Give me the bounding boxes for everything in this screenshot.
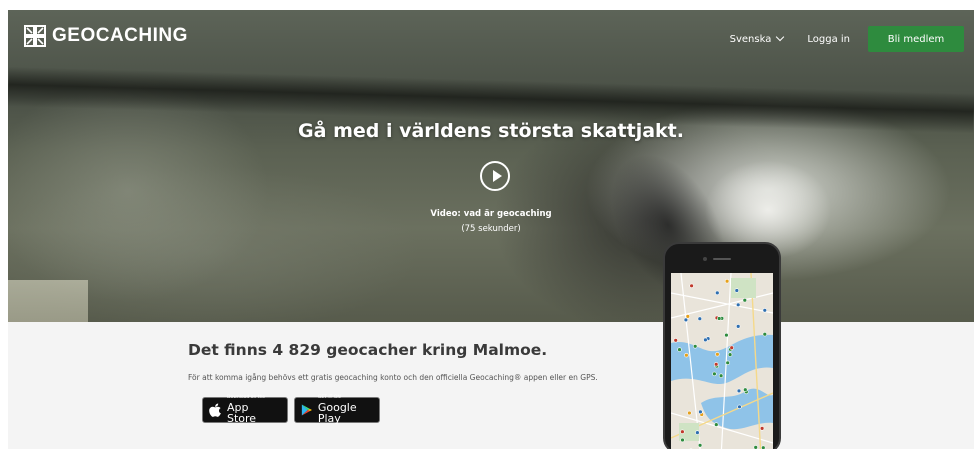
apple-icon: [209, 403, 221, 417]
cache-marker: [727, 352, 733, 357]
cache-marker: [715, 352, 720, 357]
cache-marker: [712, 371, 717, 377]
phone-speaker: [713, 258, 731, 260]
phone-camera: [703, 257, 707, 261]
cache-marker: [743, 387, 748, 392]
play-icon: [493, 170, 502, 182]
cache-marker: [680, 429, 685, 434]
top-nav: Svenska Logga in Bli medlem: [730, 26, 964, 52]
geocaching-logo-icon: [24, 25, 46, 47]
cache-marker: [683, 317, 689, 323]
cache-marker: [680, 437, 685, 443]
cache-marker: [725, 360, 730, 366]
cache-marker: [762, 331, 768, 337]
cache-marker: [718, 373, 724, 378]
cache-marker: [689, 283, 694, 289]
hero-headline: Gå med i världens största skattjakt.: [298, 120, 684, 142]
app-store-text: Download on the App Store: [227, 396, 281, 424]
cache-marker: [714, 422, 719, 427]
cache-marker: [735, 324, 741, 329]
cache-marker: [737, 404, 742, 410]
cache-marker: [753, 445, 758, 449]
hero-background-wall: [8, 10, 348, 322]
google-play-big-text: Google Play: [317, 400, 357, 425]
cache-marker: [698, 409, 703, 415]
play-video-button[interactable]: [480, 161, 510, 191]
app-badges: Download on the App Store GET IT ON Goog…: [202, 396, 380, 424]
cache-marker: [693, 344, 698, 349]
cache-marker: [715, 290, 720, 296]
cache-marker: [703, 337, 708, 343]
promo-section: Det finns 4 829 geocacher kring Malmoe. …: [8, 322, 974, 449]
hero-background-slab: [8, 280, 88, 322]
app-store-badge[interactable]: Download on the App Store: [202, 396, 288, 424]
page-frame: GEOCACHING Svenska Logga in Bli medlem G…: [8, 10, 974, 449]
cache-marker: [677, 347, 682, 352]
geocache-count-heading: Det finns 4 829 geocacher kring Malmoe.: [188, 341, 548, 359]
cache-marker: [759, 426, 765, 431]
cache-marker: [716, 316, 722, 321]
app-store-big-text: App Store: [226, 400, 257, 425]
google-play-text: GET IT ON Google Play: [318, 396, 373, 424]
login-link[interactable]: Logga in: [807, 34, 850, 45]
phone-screen-map: [671, 273, 773, 449]
cache-marker: [695, 430, 700, 435]
hero-section: GEOCACHING Svenska Logga in Bli medlem G…: [8, 10, 974, 322]
cache-marker: [742, 298, 748, 303]
promo-description: För att komma igång behövs ett gratis ge…: [188, 373, 598, 382]
language-label: Svenska: [729, 33, 772, 45]
cache-marker: [697, 316, 702, 321]
cache-marker: [673, 338, 678, 343]
video-title[interactable]: Video: vad är geocaching: [8, 209, 974, 219]
join-button[interactable]: Bli medlem: [868, 26, 964, 52]
cache-marker: [713, 362, 719, 367]
cache-marker: [724, 332, 729, 338]
logo-text: GEOCACHING: [52, 25, 188, 46]
chevron-down-icon: [776, 32, 785, 42]
cache-marker: [735, 302, 741, 307]
cache-marker: [687, 410, 692, 416]
google-play-icon: [301, 404, 312, 416]
geocaching-logo[interactable]: GEOCACHING: [24, 25, 188, 47]
cache-marker: [697, 443, 703, 448]
cache-marker: [736, 388, 742, 394]
cache-marker: [684, 352, 689, 358]
video-duration: (75 sekunder): [461, 224, 521, 234]
google-play-badge[interactable]: GET IT ON Google Play: [294, 396, 380, 424]
cache-marker: [762, 308, 768, 313]
language-selector[interactable]: Svenska: [729, 32, 785, 45]
phone-mockup: [663, 242, 781, 449]
cache-marker: [729, 345, 734, 350]
cache-marker: [734, 288, 740, 293]
cache-marker: [685, 314, 690, 319]
map-illustration: [671, 273, 773, 449]
cache-marker: [724, 278, 730, 284]
